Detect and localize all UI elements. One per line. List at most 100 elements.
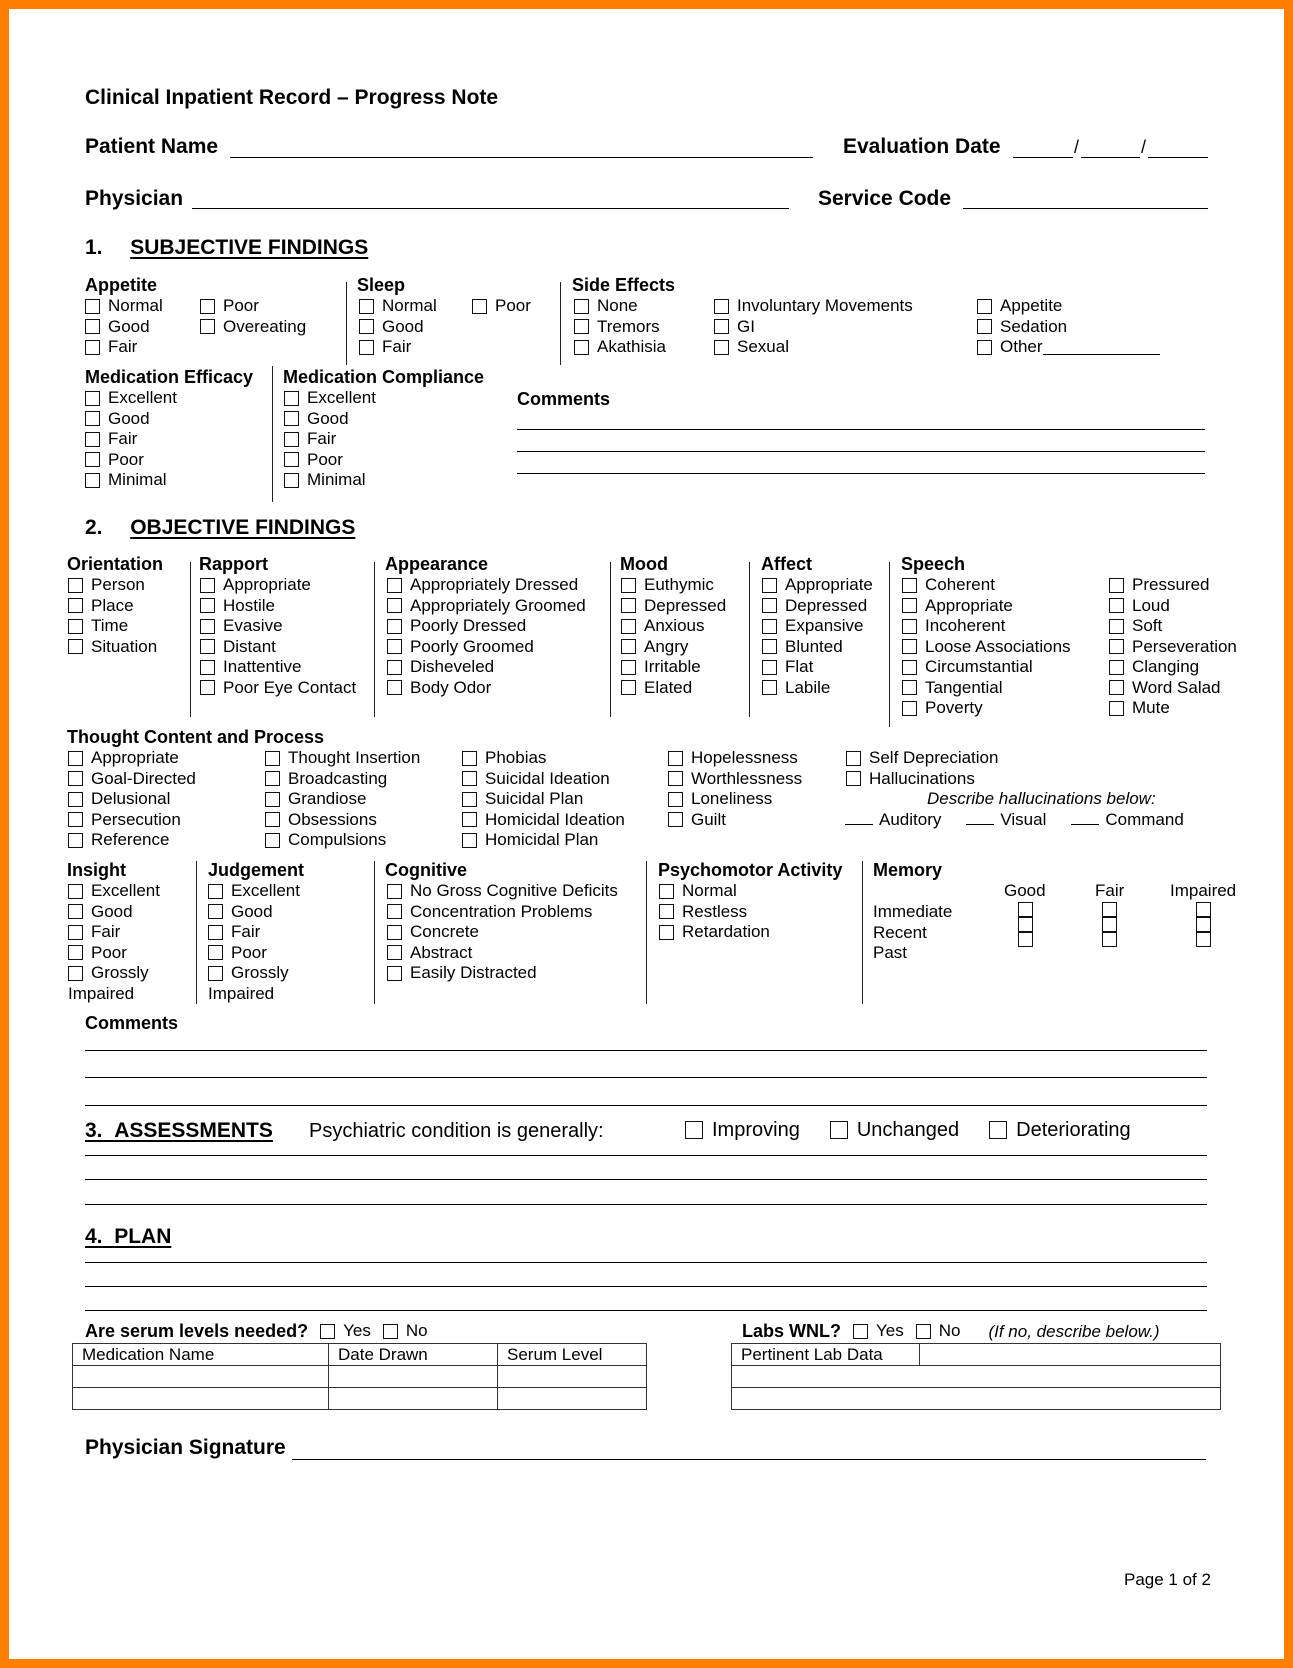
psychomotor-option[interactable]: Normal — [659, 881, 770, 902]
labs-no-option[interactable]: No — [915, 1321, 960, 1342]
side-effect-option[interactable]: Sedation — [977, 317, 1160, 338]
checkbox[interactable] — [208, 945, 223, 961]
plan-line[interactable] — [85, 1262, 1207, 1263]
checkbox[interactable] — [208, 924, 223, 940]
thought-option[interactable]: Homicidal Ideation — [462, 810, 625, 831]
side-effect-option[interactable]: Sexual — [714, 337, 913, 358]
checkbox[interactable] — [284, 472, 299, 488]
psychomotor-option[interactable]: Retardation — [659, 922, 770, 943]
checkbox[interactable] — [977, 319, 992, 335]
speech-option[interactable]: Pressured — [1109, 575, 1237, 596]
checkbox[interactable] — [68, 904, 83, 920]
checkbox[interactable] — [685, 1121, 703, 1140]
appearance-option[interactable]: Appropriately Groomed — [387, 596, 586, 617]
memory-immediate-good-checkbox[interactable] — [1018, 902, 1033, 917]
side-effect-option[interactable]: Akathisia — [574, 337, 666, 358]
checkbox[interactable] — [902, 577, 917, 593]
checkbox[interactable] — [714, 339, 729, 355]
objective-comment-line[interactable] — [85, 1077, 1207, 1078]
thought-option[interactable]: Hallucinations — [846, 769, 998, 790]
serum-level-cell[interactable] — [497, 1387, 647, 1410]
checkbox[interactable] — [762, 598, 777, 614]
checkbox[interactable] — [284, 390, 299, 406]
speech-option[interactable]: Circumstantial — [902, 657, 1071, 678]
medication-name-cell[interactable] — [72, 1387, 329, 1410]
psychomotor-option[interactable]: Restless — [659, 902, 770, 923]
checkbox[interactable] — [977, 339, 992, 355]
checkbox[interactable] — [68, 812, 83, 828]
affect-option[interactable]: Labile — [762, 678, 873, 699]
memory-past-good-checkbox[interactable] — [1018, 932, 1033, 947]
rapport-option[interactable]: Appropriate — [200, 575, 356, 596]
checkbox[interactable] — [462, 832, 477, 848]
memory-immediate-impaired-checkbox[interactable] — [1196, 902, 1211, 917]
checkbox[interactable] — [359, 339, 374, 355]
checkbox[interactable] — [668, 750, 683, 766]
thought-option[interactable]: Appropriate — [68, 748, 196, 769]
lab-data-cell[interactable] — [919, 1343, 1221, 1366]
sleep-option[interactable]: Good — [359, 317, 437, 338]
affect-option[interactable]: Flat — [762, 657, 873, 678]
compliance-option[interactable]: Good — [284, 409, 376, 430]
thought-option[interactable]: Goal-Directed — [68, 769, 196, 790]
checkbox[interactable] — [621, 618, 636, 634]
checkbox[interactable] — [853, 1324, 868, 1339]
checkbox[interactable] — [387, 945, 402, 961]
checkbox[interactable] — [1109, 618, 1124, 634]
speech-option[interactable]: Incoherent — [902, 616, 1071, 637]
checkbox[interactable] — [85, 298, 100, 314]
checkbox[interactable] — [902, 598, 917, 614]
mood-option[interactable]: Anxious — [621, 616, 726, 637]
checkbox[interactable] — [621, 639, 636, 655]
checkbox[interactable] — [902, 639, 917, 655]
appetite-option[interactable]: Fair — [85, 337, 163, 358]
cognitive-option[interactable]: Easily Distracted — [387, 963, 618, 984]
checkbox[interactable] — [574, 298, 589, 314]
thought-option[interactable]: Guilt — [668, 810, 802, 831]
checkbox[interactable] — [284, 411, 299, 427]
memory-recent-fair-checkbox[interactable] — [1102, 917, 1117, 932]
appearance-option[interactable]: Poorly Groomed — [387, 637, 586, 658]
checkbox[interactable] — [387, 639, 402, 655]
subjective-comment-line[interactable] — [517, 473, 1205, 474]
checkbox[interactable] — [668, 791, 683, 807]
checkbox[interactable] — [902, 680, 917, 696]
checkbox[interactable] — [762, 577, 777, 593]
checkbox[interactable] — [846, 750, 861, 766]
checkbox[interactable] — [1109, 659, 1124, 675]
checkbox[interactable] — [621, 577, 636, 593]
appetite-option[interactable]: Overeating — [200, 317, 306, 338]
thought-option[interactable]: Loneliness — [668, 789, 802, 810]
insight-option[interactable]: Grossly — [68, 963, 160, 984]
checkbox[interactable] — [659, 883, 674, 899]
checkbox[interactable] — [472, 298, 487, 314]
unchanged-option[interactable]: Unchanged — [829, 1120, 959, 1141]
serum-level-cell[interactable] — [497, 1365, 647, 1388]
patient-name-field[interactable] — [230, 157, 813, 158]
efficacy-option[interactable]: Poor — [85, 450, 177, 471]
side-effect-option[interactable]: Other — [977, 337, 1160, 358]
appetite-option[interactable]: Good — [85, 317, 163, 338]
cognitive-option[interactable]: No Gross Cognitive Deficits — [387, 881, 618, 902]
checkbox[interactable] — [68, 924, 83, 940]
affect-option[interactable]: Depressed — [762, 596, 873, 617]
efficacy-option[interactable]: Minimal — [85, 470, 177, 491]
serum-yes-option[interactable]: Yes — [320, 1321, 371, 1342]
thought-option[interactable]: Reference — [68, 830, 196, 851]
checkbox[interactable] — [714, 319, 729, 335]
thought-option[interactable]: Phobias — [462, 748, 625, 769]
judgement-option[interactable]: Excellent — [208, 881, 300, 902]
speech-option[interactable]: Perseveration — [1109, 637, 1237, 658]
speech-option[interactable]: Clanging — [1109, 657, 1237, 678]
checkbox[interactable] — [762, 618, 777, 634]
checkbox[interactable] — [68, 618, 83, 634]
checkbox[interactable] — [915, 1324, 931, 1339]
other-side-effect-field[interactable] — [1042, 340, 1160, 355]
checkbox[interactable] — [85, 339, 100, 355]
thought-option[interactable]: Homicidal Plan — [462, 830, 625, 851]
checkbox[interactable] — [902, 700, 917, 716]
thought-option[interactable]: Suicidal Plan — [462, 789, 625, 810]
orientation-option[interactable]: Person — [68, 575, 157, 596]
checkbox[interactable] — [659, 904, 674, 920]
affect-option[interactable]: Appropriate — [762, 575, 873, 596]
